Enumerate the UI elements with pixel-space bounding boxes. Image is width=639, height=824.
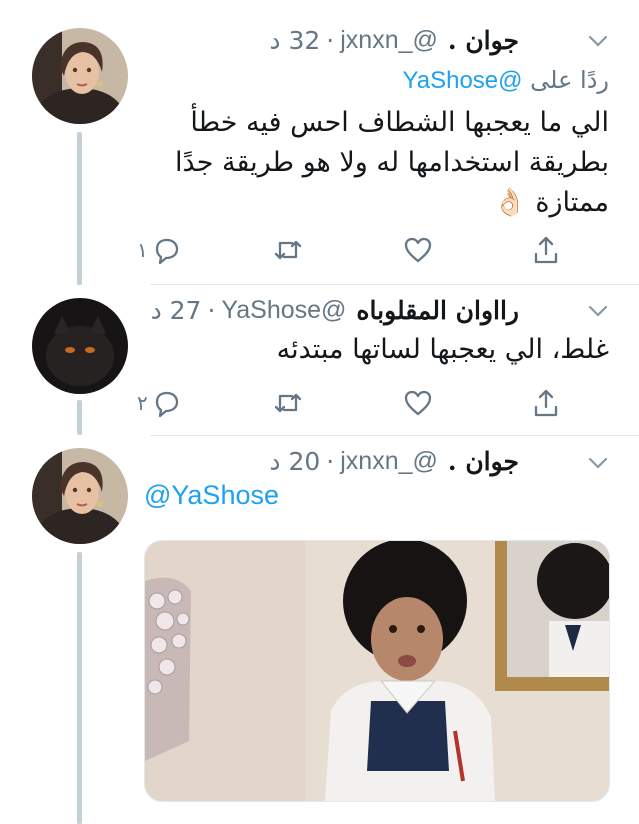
username[interactable]: @_jxnxn [340,447,438,476]
tweet-actions: ١ [0,230,639,270]
share-button[interactable] [530,383,562,423]
tweet-header: رااوان المقلوباه @YaShose · 27 د [151,290,519,330]
chevron-down-icon[interactable] [587,300,609,322]
separator: · [326,25,335,55]
retweet-button[interactable] [272,230,304,270]
like-button[interactable] [402,383,434,423]
chevron-down-icon[interactable] [587,30,609,52]
tweet-photo[interactable] [144,540,610,802]
display-name[interactable]: جوان . [448,26,519,55]
tweet-text-line: الي ما يعجبها الشطاف احس فيه خطأ [190,107,609,138]
avatar[interactable] [32,448,128,544]
reply-count: ٢ [137,391,148,415]
username[interactable]: @YaShose [221,296,346,325]
reply-count: ١ [137,238,148,262]
reply-mention[interactable]: @YaShose [403,67,523,94]
tweet[interactable]: جوان . @_jxnxn · 32 د ردًا على @YaShose … [0,0,639,285]
retweet-icon [274,393,302,413]
timestamp[interactable]: 27 د [151,296,202,325]
like-button[interactable] [402,230,434,270]
tweet-mention[interactable]: @YaShose [144,480,279,511]
photo-image [145,541,609,801]
retweet-icon [274,240,302,260]
tweet-text: غلط، الي يعجبها لساتها مبتدئه [276,334,609,365]
retweet-button[interactable] [272,383,304,423]
display-name[interactable]: جوان . [448,447,519,476]
share-button[interactable] [530,230,562,270]
tweet-text: الي ما يعجبها الشطاف احس فيه خطأ بطريقة … [139,103,609,223]
username[interactable]: @_jxnxn [340,26,438,55]
reply-prefix: ردًا على [530,66,609,94]
share-icon [534,236,558,264]
reply-button[interactable]: ١ [137,230,182,270]
share-icon [534,389,558,417]
timestamp[interactable]: 20 د [269,447,320,476]
separator: · [326,446,335,476]
tweet-actions: ٢ [0,383,639,423]
tweet-text-line: بطريقة استخدامها له ولا هو طريقة جدًا [175,147,609,178]
reply-icon [155,238,178,265]
avatar[interactable] [32,298,128,394]
timestamp[interactable]: 32 د [269,26,320,55]
replying-to: ردًا على @YaShose [403,66,609,95]
thread-line [77,552,82,824]
tweet-text-line: ممتازة 👌🏻 [493,187,609,218]
tweet-header: جوان . @_jxnxn · 20 د [269,441,519,481]
avatar[interactable] [32,28,128,124]
tweet-header: جوان . @_jxnxn · 32 د [269,20,519,60]
like-icon [404,390,432,416]
reply-button[interactable]: ٢ [137,383,182,423]
chevron-down-icon[interactable] [587,452,609,474]
reply-icon [155,391,178,418]
like-icon [404,237,432,263]
display-name[interactable]: رااوان المقلوباه [356,296,519,325]
tweet[interactable]: رااوان المقلوباه @YaShose · 27 د غلط، ال… [0,285,639,435]
separator: · [207,295,216,325]
